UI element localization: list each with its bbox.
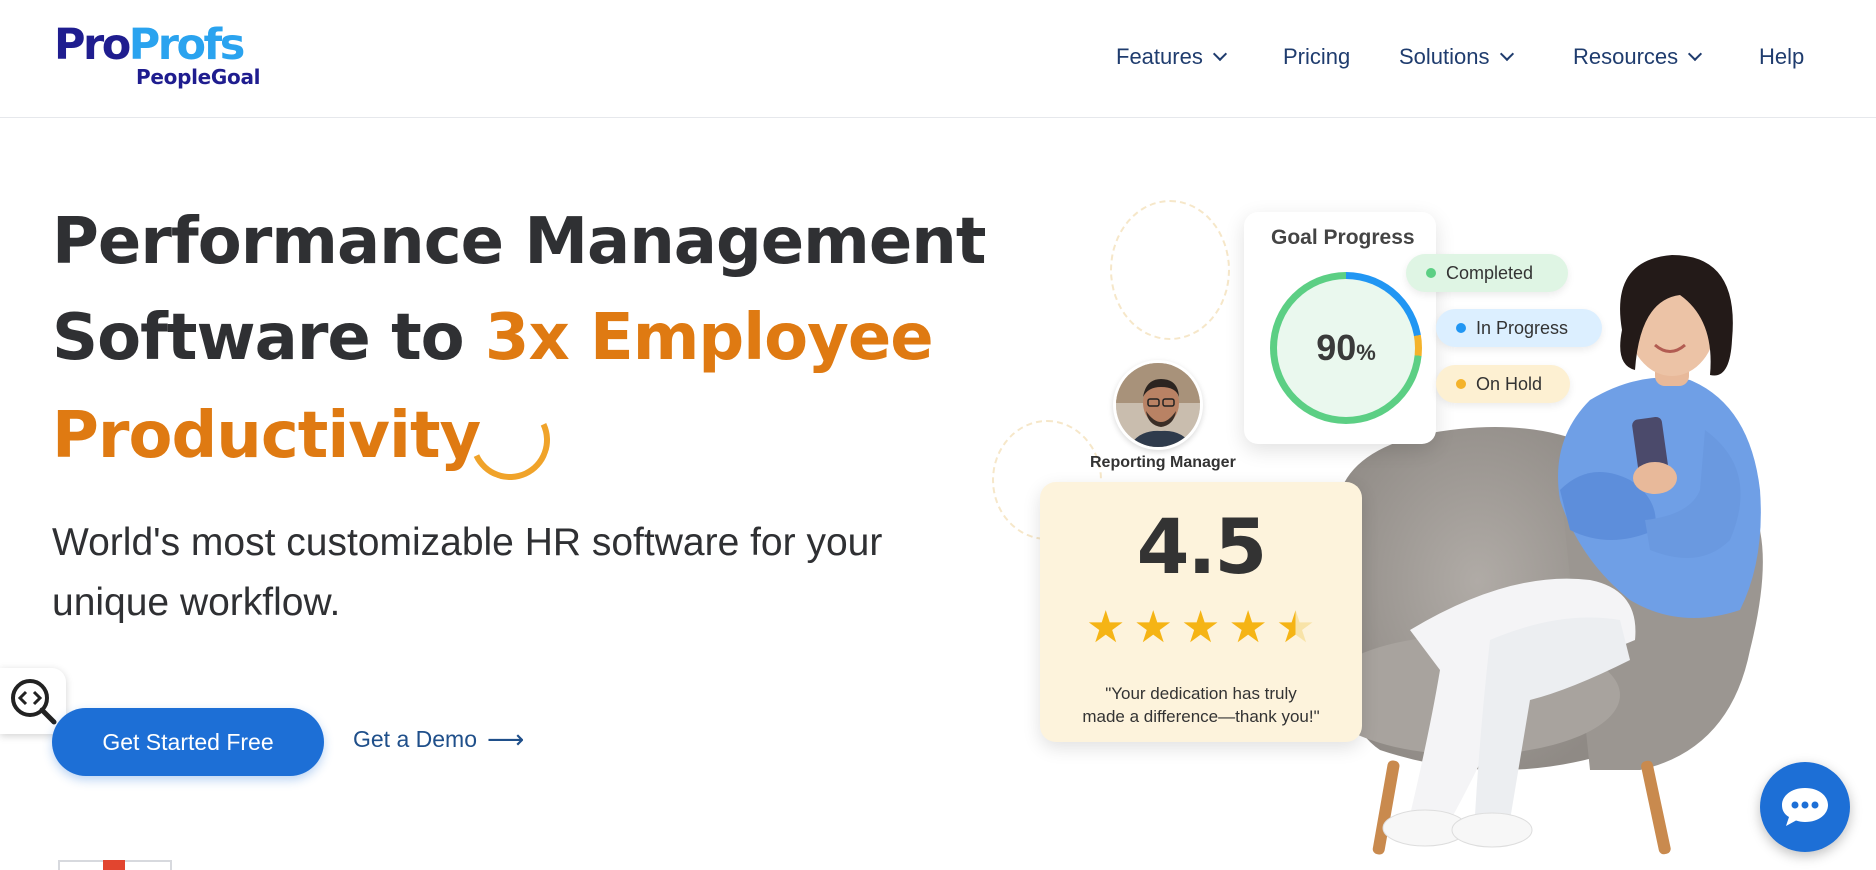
nav-features[interactable]: Features <box>1116 40 1227 74</box>
logo-wordmark: ProProfs <box>54 20 246 70</box>
legend-on-hold: On Hold <box>1436 365 1570 403</box>
chat-bubble-icon <box>1782 788 1828 826</box>
goal-progress-ring: 90% <box>1270 272 1422 424</box>
star-icon: ★ <box>1086 603 1126 652</box>
in-progress-dot-icon <box>1456 323 1466 333</box>
goal-progress-unit: % <box>1356 340 1376 365</box>
goal-progress-number: 90 <box>1316 327 1357 368</box>
star-icon: ★ <box>1228 603 1268 652</box>
completed-dot-icon <box>1426 268 1436 278</box>
chat-widget-button[interactable] <box>1760 762 1850 852</box>
nav-features-label: Features <box>1116 44 1203 69</box>
nav-pricing-label: Pricing <box>1283 44 1351 69</box>
hero-heading-line1: Performance Management <box>52 205 986 279</box>
award-badge <box>58 860 172 870</box>
hero-heading-plain: Software to <box>52 301 485 375</box>
rating-value: 4.5 <box>1136 502 1268 591</box>
nav-solutions-label: Solutions <box>1399 44 1490 69</box>
goal-progress-value: 90% <box>1277 279 1415 417</box>
get-started-free-button[interactable]: Get Started Free <box>52 708 324 776</box>
hero-heading-line2: Software to 3x Employee <box>52 298 934 378</box>
goal-progress-title: Goal Progress <box>1271 226 1415 249</box>
nav-help[interactable]: Help <box>1759 40 1804 74</box>
reporting-manager-label: Reporting Manager <box>1090 454 1236 471</box>
hero-subheadline-line1: World's most customizable HR software fo… <box>52 521 883 564</box>
rating-quote: "Your dedication has truly made a differ… <box>1040 682 1362 728</box>
logo-subtitle: PeopleGoal <box>136 65 261 89</box>
goal-progress-card: Goal Progress 90% <box>1244 212 1436 444</box>
rating-quote-line1: "Your dedication has truly <box>1105 684 1297 703</box>
on-hold-dot-icon <box>1456 379 1466 389</box>
star-icon: ★ <box>1133 603 1173 652</box>
rating-stars: ★ ★ ★ ★ ★ <box>1086 606 1315 650</box>
site-header: ProProfs PeopleGoal Features Pricing Sol… <box>0 0 1876 118</box>
nav-resources-label: Resources <box>1573 44 1679 69</box>
logo-brand-part2: Profs <box>128 20 246 70</box>
rating-quote-line2: made a difference—thank you!" <box>1082 707 1320 726</box>
arrow-right-icon: ⟶ <box>487 723 525 754</box>
reporting-manager-avatar <box>1113 360 1203 450</box>
nav-solutions[interactable]: Solutions <box>1399 40 1514 74</box>
get-a-demo-link[interactable]: Get a Demo ⟶ <box>353 722 524 756</box>
legend-completed-label: Completed <box>1446 262 1534 283</box>
hero-heading-line3: Productivity <box>52 399 481 473</box>
hero-illustration: Goal Progress 90% Completed In Progress … <box>980 190 1860 870</box>
nav-help-label: Help <box>1759 44 1805 69</box>
decorative-swirl <box>1110 200 1230 340</box>
chevron-down-icon <box>1499 46 1514 62</box>
rating-card: 4.5 ★ ★ ★ ★ ★ "Your dedication has truly… <box>1040 482 1362 742</box>
man-portrait-image <box>1116 363 1200 447</box>
logo-brand-part1: Pro <box>54 20 131 70</box>
legend-on-hold-label: On Hold <box>1476 373 1543 394</box>
legend-in-progress-label: In Progress <box>1476 317 1569 338</box>
chevron-down-icon <box>1688 46 1703 62</box>
nav-resources[interactable]: Resources <box>1573 40 1703 74</box>
legend-in-progress: In Progress <box>1436 309 1602 347</box>
search-code-icon <box>11 679 57 725</box>
half-star-icon: ★ <box>1275 603 1316 652</box>
chevron-down-icon <box>1212 46 1227 62</box>
nav-pricing[interactable]: Pricing <box>1283 40 1350 74</box>
proprofs-peoplegoal-logo[interactable]: ProProfs PeopleGoal <box>54 22 264 92</box>
star-icon: ★ <box>1180 603 1221 652</box>
badge-red-mark <box>103 860 125 870</box>
get-a-demo-label: Get a Demo <box>353 725 477 752</box>
hero-heading-accent: 3x Employee <box>484 301 934 375</box>
legend-completed: Completed <box>1406 254 1568 292</box>
hero-subheadline-line2: unique workflow. <box>52 581 341 624</box>
